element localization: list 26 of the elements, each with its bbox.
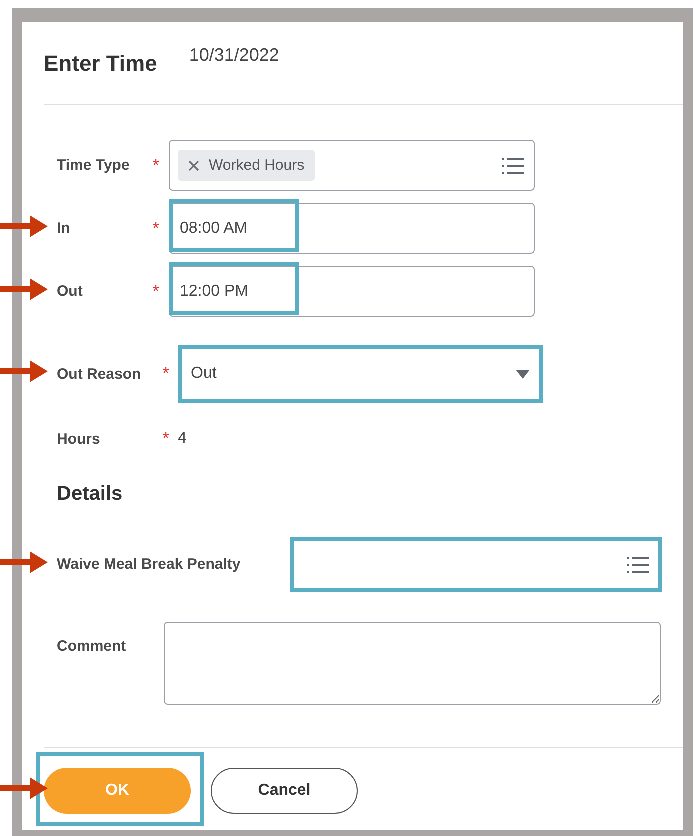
section-heading: Details — [57, 483, 124, 507]
required-mark: * — [152, 156, 160, 176]
field-label: Out — [57, 283, 84, 300]
caret-icon — [516, 370, 530, 378]
time-field[interactable]: 08:00 AM — [169, 203, 535, 254]
list-icon[interactable] — [502, 156, 524, 174]
required-mark: * — [152, 282, 160, 302]
dialog-title: Enter Time — [44, 51, 158, 77]
field-label: Waive Meal Break Penalty — [57, 556, 242, 573]
list-icon[interactable] — [627, 556, 649, 574]
field-label: In — [57, 220, 72, 237]
comment-field[interactable] — [164, 622, 661, 705]
required-mark: * — [162, 429, 170, 449]
required-mark: * — [162, 364, 170, 384]
remove-icon[interactable] — [188, 160, 200, 172]
selected-token[interactable]: Worked Hours — [178, 150, 315, 181]
hours-value: 4 — [178, 430, 187, 447]
field-label: Hours — [57, 430, 102, 448]
required-mark: * — [152, 218, 160, 238]
multiselect-field[interactable]: Worked Hours — [169, 140, 535, 191]
cancel-button[interactable]: Cancel — [211, 768, 358, 814]
field-label: Out Reason — [57, 366, 142, 382]
time-field[interactable]: 12:00 PM — [169, 266, 535, 317]
field-label: Comment — [57, 638, 128, 655]
date-text: 10/31/2022 — [189, 45, 280, 66]
field-label: Time Type — [57, 157, 131, 174]
